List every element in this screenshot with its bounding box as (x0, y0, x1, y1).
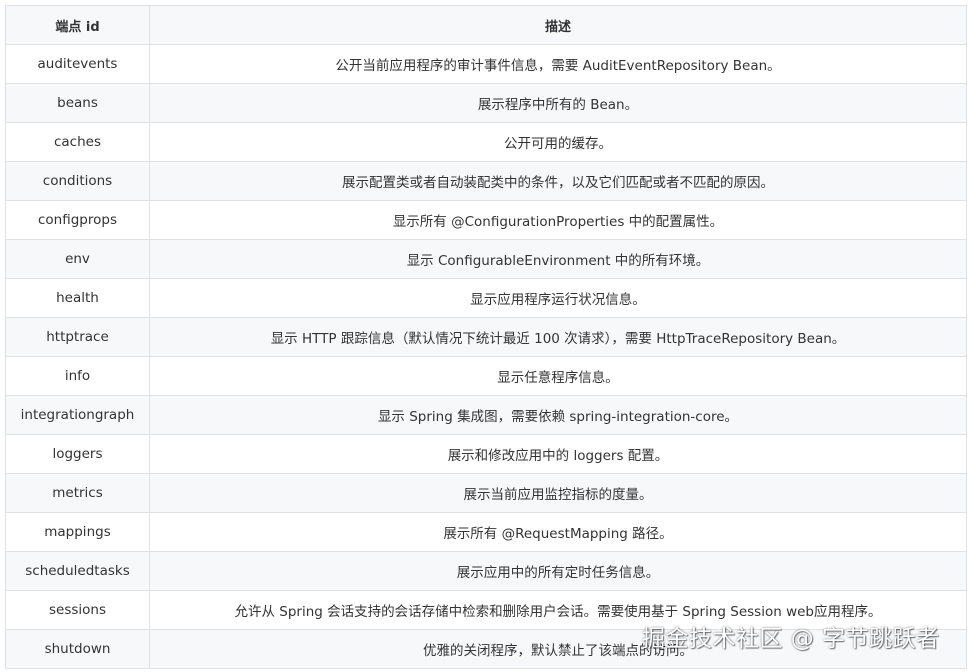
endpoint-id-cell: metrics (5, 473, 150, 513)
table-row: conditions 展示配置类或者自动装配类中的条件，以及它们匹配或者不匹配的原… (5, 161, 967, 201)
endpoint-id-cell: health (5, 278, 150, 318)
table-row: configprops 显示所有 @ConfigurationProperties… (5, 200, 967, 240)
endpoint-id-cell: beans (5, 83, 150, 123)
endpoints-table: 端点 id 描述 auditevents 公开当前应用程序的审计事件信息，需要 A… (5, 5, 967, 669)
endpoint-description-cell: 展示应用中的所有定时任务信息。 (149, 551, 967, 591)
endpoint-description-cell: 允许从 Spring 会话支持的会话存储中检索和删除用户会话。需要使用基于 Sp… (149, 590, 967, 630)
table-row: mappings 展示所有 @RequestMapping 路径。 (5, 512, 967, 552)
table-row: info 显示任意程序信息。 (5, 356, 967, 396)
endpoint-id-cell: configprops (5, 200, 150, 240)
table-row: scheduledtasks 展示应用中的所有定时任务信息。 (5, 551, 967, 591)
table-row: metrics 展示当前应用监控指标的度量。 (5, 473, 967, 513)
endpoint-description-cell: 公开可用的缓存。 (149, 122, 967, 162)
endpoint-id-cell: auditevents (5, 44, 150, 84)
endpoint-id-cell: conditions (5, 161, 150, 201)
header-description: 描述 (149, 5, 967, 45)
endpoint-description-cell: 显示 HTTP 跟踪信息（默认情况下统计最近 100 次请求），需要 HttpT… (149, 317, 967, 357)
endpoint-description-cell: 显示任意程序信息。 (149, 356, 967, 396)
endpoint-id-cell: shutdown (5, 629, 150, 669)
endpoint-id-cell: info (5, 356, 150, 396)
table-row: shutdown 优雅的关闭程序，默认禁止了该端点的访问。 (5, 629, 967, 669)
table-row: beans 展示程序中所有的 Bean。 (5, 83, 967, 123)
endpoint-description-cell: 显示 ConfigurableEnvironment 中的所有环境。 (149, 239, 967, 279)
table-row: auditevents 公开当前应用程序的审计事件信息，需要 AuditEvent… (5, 44, 967, 84)
endpoint-description-cell: 公开当前应用程序的审计事件信息，需要 AuditEventRepository … (149, 44, 967, 84)
endpoint-description-cell: 显示所有 @ConfigurationProperties 中的配置属性。 (149, 200, 967, 240)
table-row: sessions 允许从 Spring 会话支持的会话存储中检索和删除用户会话。需… (5, 590, 967, 630)
table-row: health 显示应用程序运行状况信息。 (5, 278, 967, 318)
endpoint-description-cell: 展示和修改应用中的 loggers 配置。 (149, 434, 967, 474)
endpoint-id-cell: scheduledtasks (5, 551, 150, 591)
endpoint-description-cell: 显示应用程序运行状况信息。 (149, 278, 967, 318)
header-endpoint-id: 端点 id (5, 5, 150, 45)
table-header-row: 端点 id 描述 (5, 5, 967, 45)
table-row: integrationgraph 显示 Spring 集成图，需要依赖 sprin… (5, 395, 967, 435)
endpoint-id-cell: mappings (5, 512, 150, 552)
endpoint-id-cell: httptrace (5, 317, 150, 357)
table-row: env 显示 ConfigurableEnvironment 中的所有环境。 (5, 239, 967, 279)
endpoint-id-cell: sessions (5, 590, 150, 630)
endpoint-description-cell: 展示配置类或者自动装配类中的条件，以及它们匹配或者不匹配的原因。 (149, 161, 967, 201)
endpoint-description-cell: 优雅的关闭程序，默认禁止了该端点的访问。 (149, 629, 967, 669)
table-row: caches 公开可用的缓存。 (5, 122, 967, 162)
endpoint-id-cell: integrationgraph (5, 395, 150, 435)
endpoint-id-cell: env (5, 239, 150, 279)
table-row: httptrace 显示 HTTP 跟踪信息（默认情况下统计最近 100 次请求）… (5, 317, 967, 357)
endpoint-id-cell: caches (5, 122, 150, 162)
endpoint-description-cell: 展示所有 @RequestMapping 路径。 (149, 512, 967, 552)
endpoint-description-cell: 显示 Spring 集成图，需要依赖 spring-integration-co… (149, 395, 967, 435)
endpoint-description-cell: 展示程序中所有的 Bean。 (149, 83, 967, 123)
endpoint-id-cell: loggers (5, 434, 150, 474)
table-row: loggers 展示和修改应用中的 loggers 配置。 (5, 434, 967, 474)
endpoint-description-cell: 展示当前应用监控指标的度量。 (149, 473, 967, 513)
